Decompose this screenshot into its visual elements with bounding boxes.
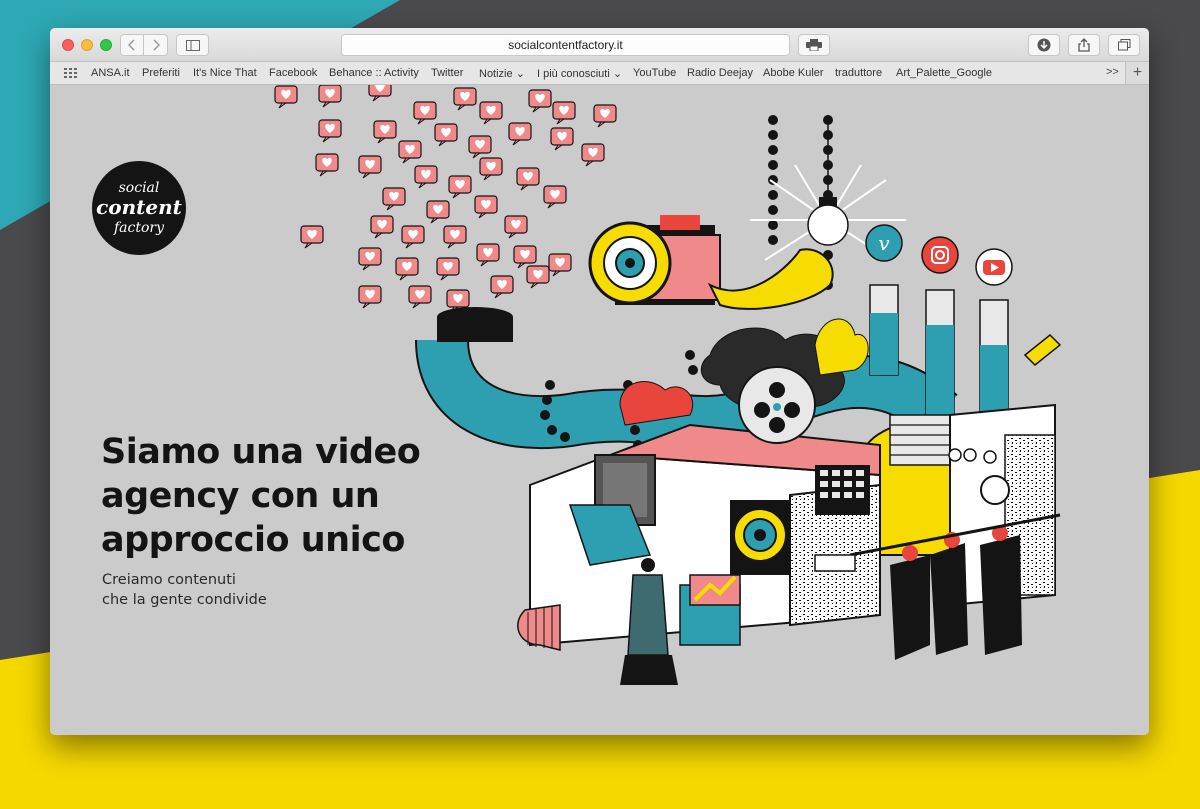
film-reel-icon (738, 366, 816, 444)
bookmark-item[interactable]: Behance :: Activity (329, 67, 419, 79)
chevron-left-icon (128, 39, 135, 51)
chevron-down-icon: ⌄ (612, 68, 623, 80)
url-text: socialcontentfactory.it (508, 38, 623, 52)
grid-apps-icon[interactable] (64, 68, 77, 79)
share-icon (1078, 38, 1090, 52)
logo-text-factory: factory (113, 220, 165, 236)
new-tab-button[interactable]: + (1125, 62, 1149, 84)
printer-icon (806, 39, 822, 51)
show-tabs-button[interactable] (1108, 34, 1140, 56)
bookmark-item[interactable]: ANSA.it (91, 67, 130, 79)
bookmark-folder-label: I più conosciuti (537, 68, 610, 80)
bookmark-item[interactable]: YouTube (633, 67, 676, 79)
factory-illustration: v (274, 85, 1062, 685)
maximize-window-button[interactable] (100, 39, 112, 51)
sidebar-icon (185, 39, 200, 51)
bookmarks-overflow-button[interactable]: >> (1106, 66, 1119, 78)
logo-text-content: content (96, 195, 183, 219)
bookmark-item[interactable]: Preferiti (142, 67, 180, 79)
forward-button[interactable] (144, 34, 168, 56)
bookmark-item[interactable]: Twitter (431, 67, 463, 79)
downloads-button[interactable] (1028, 34, 1060, 56)
bookmark-folder-piu-conosciuti[interactable]: I più conosciuti ⌄ (537, 67, 622, 80)
bookmarks-bar: ANSA.it Preferiti It's Nice That Faceboo… (50, 62, 1149, 85)
bookmark-item[interactable]: Abobe Kuler (763, 67, 824, 79)
web-page: v social content factory Siamo una video… (50, 85, 1149, 735)
headline-line: Siamo una video (101, 432, 421, 472)
bookmark-item[interactable]: Art_Palette_Google (896, 67, 992, 79)
minimize-window-button[interactable] (81, 39, 93, 51)
camera-eye-icon (588, 215, 721, 305)
youtube-tube (975, 248, 1013, 426)
bookmark-item[interactable]: It's Nice That (193, 67, 257, 79)
bookmark-item[interactable]: traduttore (835, 67, 882, 79)
subline-line: che la gente condivide (102, 592, 267, 608)
share-button[interactable] (1068, 34, 1100, 56)
hero-subline: Creiamo contenuti che la gente condivide (102, 570, 267, 610)
close-window-button[interactable] (62, 39, 74, 51)
instagram-icon (921, 236, 959, 274)
sidebar-toggle-button[interactable] (176, 34, 209, 56)
chevron-right-icon (152, 39, 160, 51)
logo-text-social: social (119, 180, 160, 196)
main-machine (529, 423, 881, 647)
headline-line: agency con un (101, 476, 380, 516)
heart-reactions-cloud (274, 85, 617, 331)
tabs-overview-icon (1117, 39, 1130, 51)
hero-headline: Siamo una video agency con un approccio … (101, 430, 501, 562)
instagram-tube (921, 236, 959, 416)
bookmark-folder-label: Notizie (479, 68, 513, 80)
bookmark-item[interactable]: Radio Deejay (687, 67, 753, 79)
back-button[interactable] (120, 34, 144, 56)
chevron-down-icon: ⌄ (515, 68, 525, 80)
address-bar[interactable]: socialcontentfactory.it (341, 34, 790, 56)
bookmark-item[interactable]: Facebook (269, 67, 317, 79)
print-button[interactable] (798, 34, 830, 56)
social-content-factory-logo[interactable]: social content factory (91, 160, 187, 256)
bookmark-folder-notizie[interactable]: Notizie ⌄ (479, 67, 525, 80)
browser-window: socialcontentfactory.it ANSA.it Preferit… (50, 28, 1149, 735)
svg-text:v: v (878, 231, 890, 255)
download-icon (1037, 38, 1051, 52)
title-bar: socialcontentfactory.it (50, 28, 1149, 62)
subline-line: Creiamo contenuti (102, 572, 236, 588)
vimeo-tube: v (865, 224, 903, 376)
headline-line: approccio unico (101, 520, 405, 560)
